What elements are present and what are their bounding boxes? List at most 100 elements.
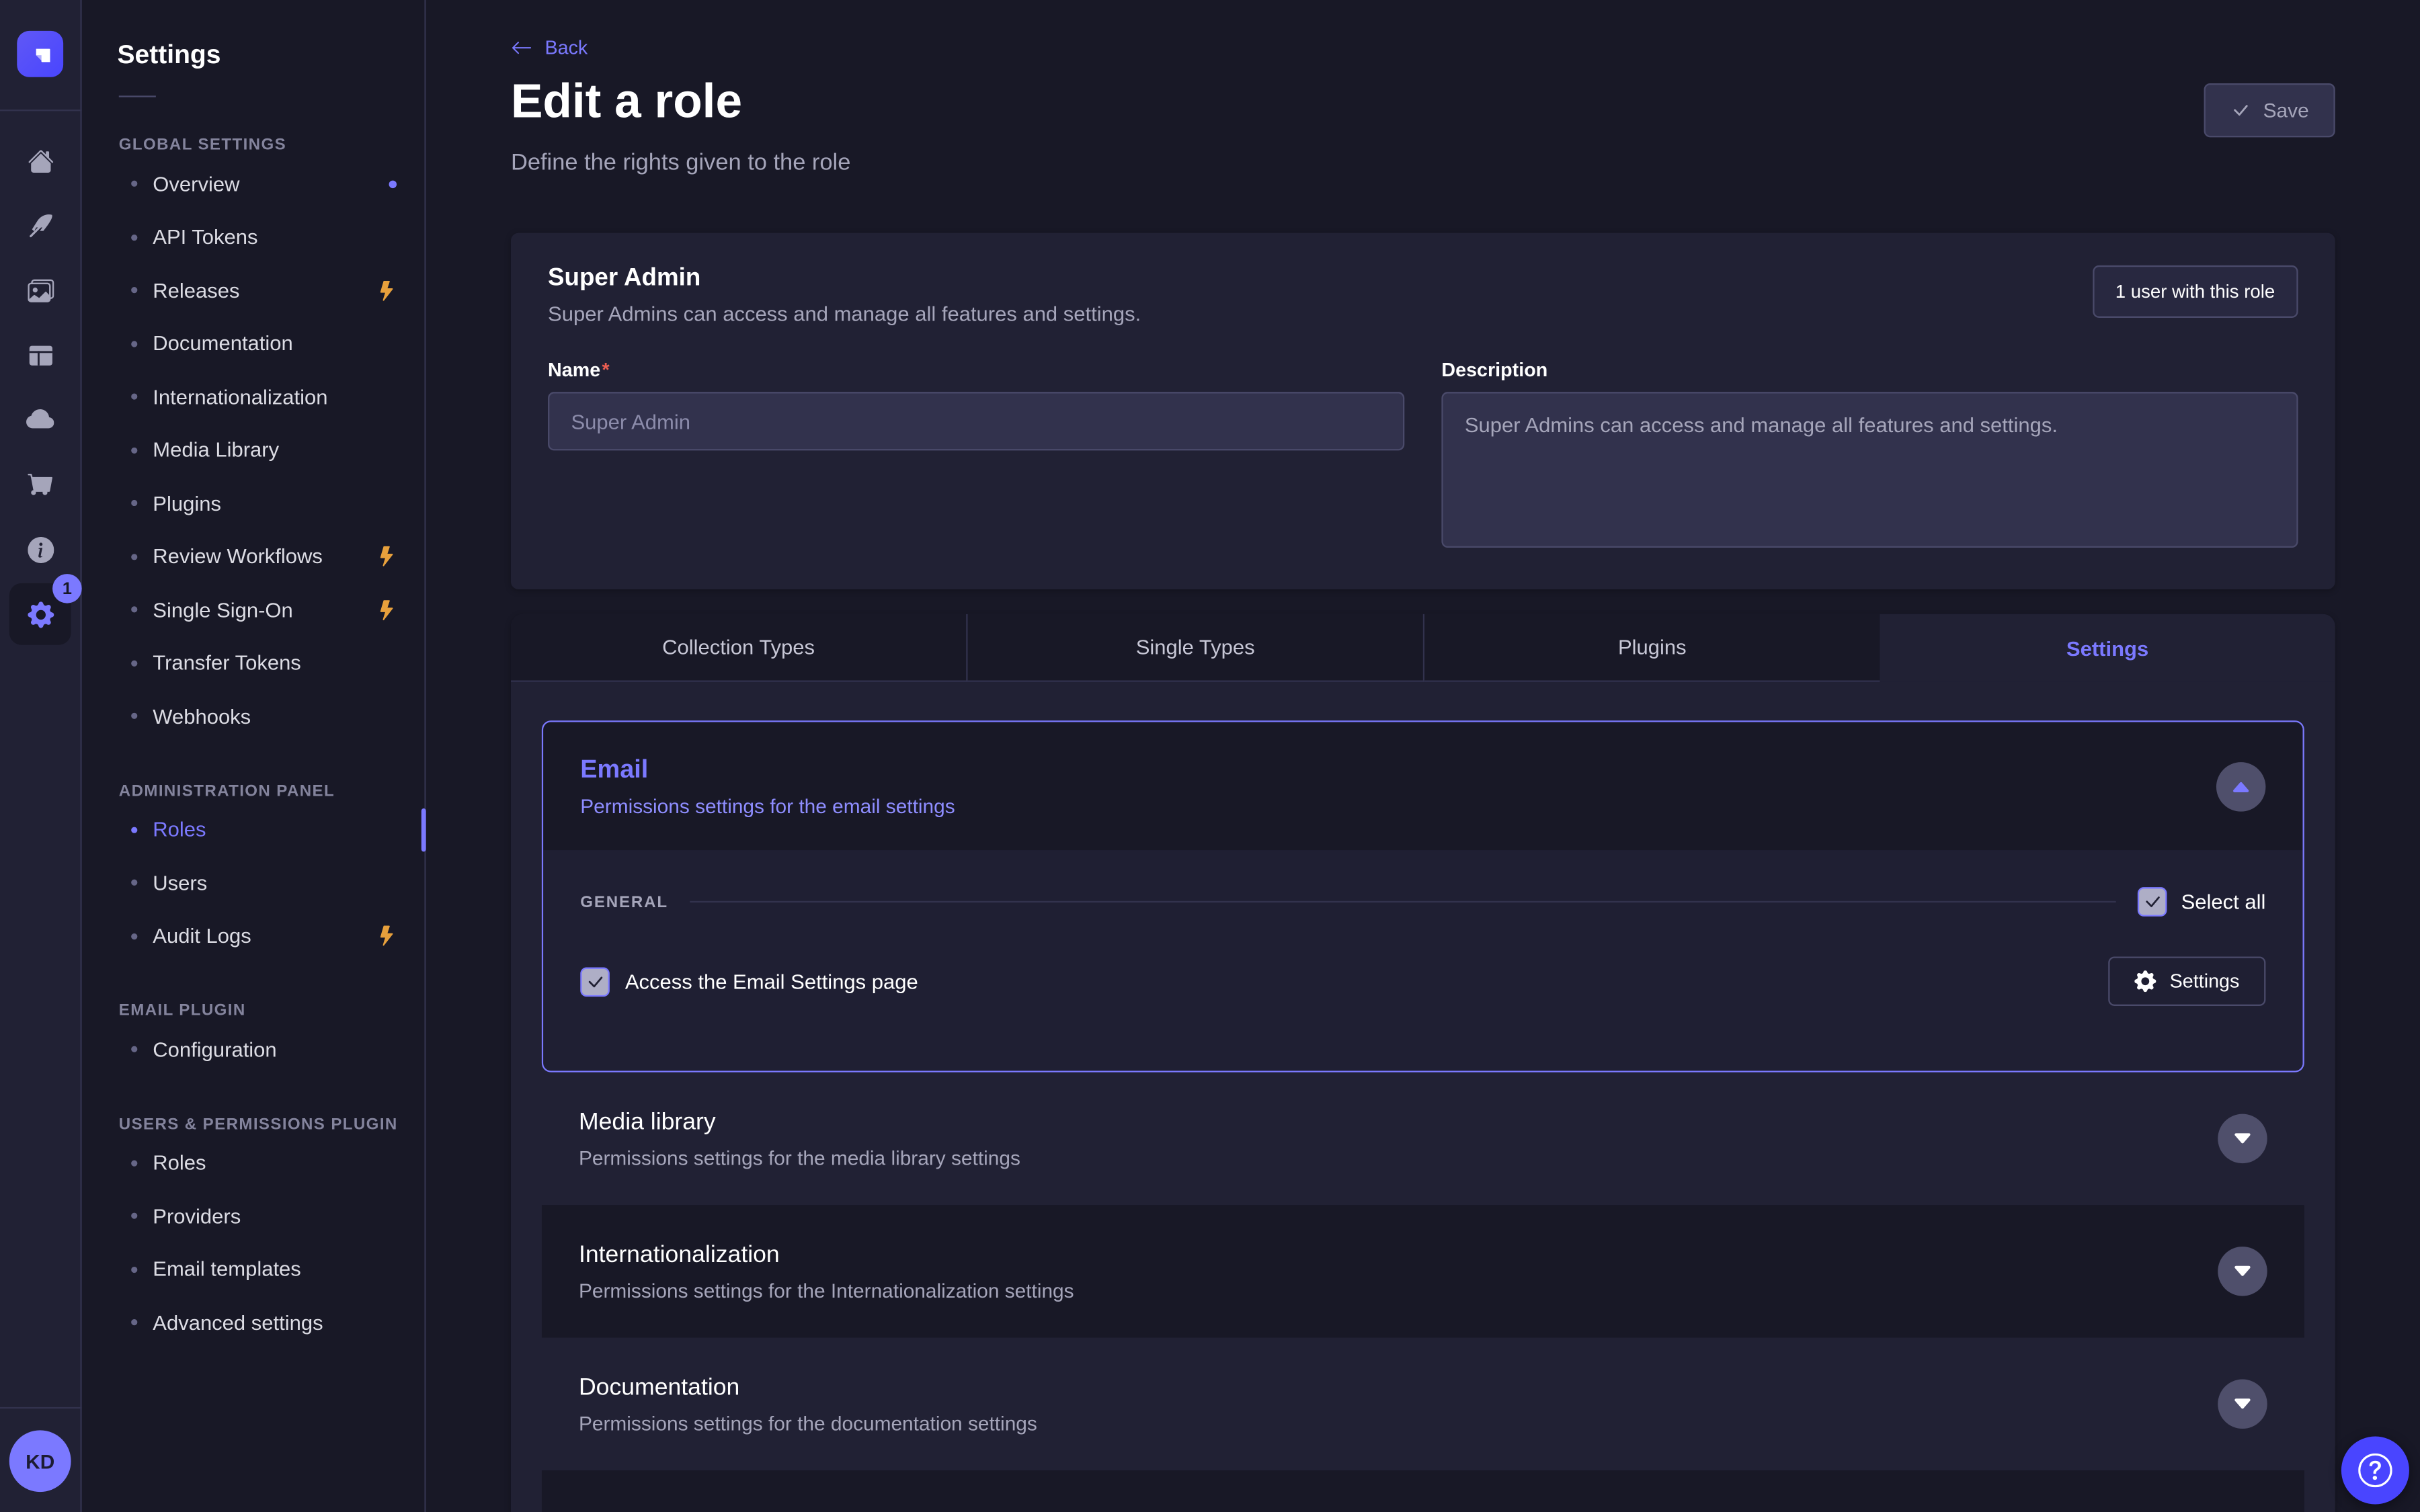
accordion-internationalization[interactable]: Internationalization Permissions setting… bbox=[542, 1205, 2304, 1337]
accordion-documentation[interactable]: Documentation Permissions settings for t… bbox=[542, 1338, 2304, 1470]
sidebar-item-up-roles[interactable]: Roles bbox=[82, 1136, 425, 1189]
rail-item-deploy[interactable] bbox=[9, 389, 71, 451]
access-email-settings-checkbox[interactable] bbox=[580, 966, 610, 996]
overview-notification-dot bbox=[389, 180, 397, 187]
sidebar-item-users[interactable]: Users bbox=[82, 856, 425, 909]
tab-bar: Collection Types Single Types Plugins Se… bbox=[511, 614, 2335, 682]
bullet bbox=[131, 234, 137, 240]
accordion-email-title: Email bbox=[580, 755, 955, 785]
save-button[interactable]: Save bbox=[2204, 83, 2335, 137]
bullet bbox=[131, 1046, 137, 1052]
sidebar-item-webhooks[interactable]: Webhooks bbox=[82, 689, 425, 743]
sidebar-item-media-library[interactable]: Media Library bbox=[82, 423, 425, 476]
user-avatar[interactable]: KD bbox=[9, 1430, 71, 1492]
sidebar-item-releases[interactable]: Releases bbox=[82, 264, 425, 317]
check-icon bbox=[2230, 100, 2251, 120]
accordion-email-header[interactable]: Email Permissions settings for the email… bbox=[543, 722, 2302, 850]
role-details-card: Super Admin Super Admins can access and … bbox=[511, 233, 2335, 589]
bullet bbox=[131, 1266, 137, 1272]
nav-list-global: Overview API Tokens Releases Documentati… bbox=[82, 157, 425, 743]
tab-settings[interactable]: Settings bbox=[1880, 614, 2335, 682]
role-card-head: Super Admin Super Admins can access and … bbox=[548, 265, 2298, 326]
bullet bbox=[131, 1160, 137, 1166]
expand-button[interactable] bbox=[2218, 1380, 2267, 1429]
accordion-plugins-marketplace[interactable]: Plugins and marketplace bbox=[542, 1470, 2304, 1512]
caret-down-icon bbox=[2232, 1128, 2253, 1149]
page-title: Edit a role bbox=[511, 74, 742, 129]
back-link[interactable]: Back bbox=[511, 37, 588, 58]
bullet bbox=[131, 181, 137, 187]
lightning-icon bbox=[376, 280, 397, 300]
arrow-left-icon bbox=[511, 37, 532, 58]
accordion-email: Email Permissions settings for the email… bbox=[542, 720, 2304, 1072]
sidebar-item-transfer-tokens[interactable]: Transfer Tokens bbox=[82, 636, 425, 689]
expand-button[interactable] bbox=[2218, 1247, 2267, 1296]
caret-down-icon bbox=[2232, 1261, 2253, 1282]
sidebar-item-audit-logs[interactable]: Audit Logs bbox=[82, 909, 425, 962]
rail-item-marketplace[interactable] bbox=[9, 454, 71, 515]
bullet bbox=[131, 713, 137, 719]
select-all-checkbox[interactable] bbox=[2138, 887, 2167, 917]
sidebar-item-advanced-settings[interactable]: Advanced settings bbox=[82, 1296, 425, 1349]
name-input[interactable] bbox=[548, 392, 1404, 450]
sidebar-item-documentation[interactable]: Documentation bbox=[82, 317, 425, 370]
section-label-administration-panel: ADMINISTRATION PANEL bbox=[82, 782, 425, 800]
rail-divider bbox=[0, 110, 81, 111]
settings-notification-badge: 1 bbox=[52, 574, 82, 603]
sidebar-item-roles[interactable]: Roles bbox=[82, 803, 425, 856]
expand-button[interactable] bbox=[2218, 1114, 2267, 1163]
strapi-logo[interactable] bbox=[17, 31, 63, 77]
bullet bbox=[131, 660, 137, 666]
bullet bbox=[131, 341, 137, 347]
lightning-icon bbox=[376, 546, 397, 566]
sidebar-item-plugins[interactable]: Plugins bbox=[82, 476, 425, 530]
rail-item-settings[interactable]: 1 bbox=[9, 583, 71, 645]
lightning-icon bbox=[376, 600, 397, 620]
role-card-titles: Super Admin Super Admins can access and … bbox=[548, 265, 1141, 326]
tab-plugins[interactable]: Plugins bbox=[1424, 614, 1880, 682]
collapse-button[interactable] bbox=[2216, 761, 2265, 810]
rail-item-content-type-builder[interactable] bbox=[9, 194, 71, 256]
sidebar-item-api-tokens[interactable]: API Tokens bbox=[82, 210, 425, 263]
strapi-logo-icon bbox=[26, 40, 54, 68]
panel-body: Email Permissions settings for the email… bbox=[511, 682, 2335, 1512]
sidebar-item-configuration[interactable]: Configuration bbox=[82, 1023, 425, 1076]
sidebar-item-single-sign-on[interactable]: Single Sign-On bbox=[82, 583, 425, 636]
settings-subnav: Settings GLOBAL SETTINGS Overview API To… bbox=[82, 0, 426, 1512]
name-field-group: Name* bbox=[548, 360, 1404, 552]
name-label: Name* bbox=[548, 360, 1404, 381]
rail-item-media-library[interactable] bbox=[9, 259, 71, 321]
section-label-email-plugin: EMAIL PLUGIN bbox=[82, 1001, 425, 1020]
rail-item-info[interactable] bbox=[9, 518, 71, 580]
accordion-row-titles: Documentation Permissions settings for t… bbox=[579, 1374, 1037, 1435]
back-label: Back bbox=[544, 37, 588, 58]
sidebar-item-internationalization[interactable]: Internationalization bbox=[82, 370, 425, 423]
description-textarea[interactable]: Super Admins can access and manage all f… bbox=[1441, 392, 2298, 548]
sidebar-item-review-workflows[interactable]: Review Workflows bbox=[82, 530, 425, 583]
rail-item-home[interactable] bbox=[9, 130, 71, 192]
bullet bbox=[131, 827, 137, 833]
required-asterisk: * bbox=[602, 360, 610, 381]
general-group-row: General Select all bbox=[580, 887, 2265, 917]
bullet bbox=[131, 933, 137, 939]
general-group-label: General bbox=[580, 892, 668, 911]
email-settings-button[interactable]: Settings bbox=[2108, 956, 2266, 1005]
users-with-role-button[interactable]: 1 user with this role bbox=[2092, 265, 2298, 318]
check-icon bbox=[2142, 892, 2163, 912]
sidebar-item-overview[interactable]: Overview bbox=[82, 157, 425, 210]
subnav-title: Settings bbox=[82, 0, 425, 71]
sidebar-item-email-templates[interactable]: Email templates bbox=[82, 1243, 425, 1296]
title-row: Edit a role Save bbox=[511, 74, 2335, 137]
tab-single-types[interactable]: Single Types bbox=[968, 614, 1425, 682]
permission-label: Access the Email Settings page bbox=[625, 970, 918, 993]
bullet bbox=[131, 288, 137, 294]
help-button[interactable] bbox=[2341, 1437, 2409, 1505]
bullet bbox=[131, 1320, 137, 1326]
tab-collection-types[interactable]: Collection Types bbox=[511, 614, 968, 682]
permissions-panel: Collection Types Single Types Plugins Se… bbox=[511, 614, 2335, 1512]
accordion-media-library[interactable]: Media library Permissions settings for t… bbox=[542, 1073, 2304, 1205]
rail-item-content-manager[interactable] bbox=[9, 324, 71, 386]
bullet bbox=[131, 1213, 137, 1219]
sidebar-item-providers[interactable]: Providers bbox=[82, 1189, 425, 1243]
description-field-group: Description Super Admins can access and … bbox=[1441, 360, 2298, 552]
